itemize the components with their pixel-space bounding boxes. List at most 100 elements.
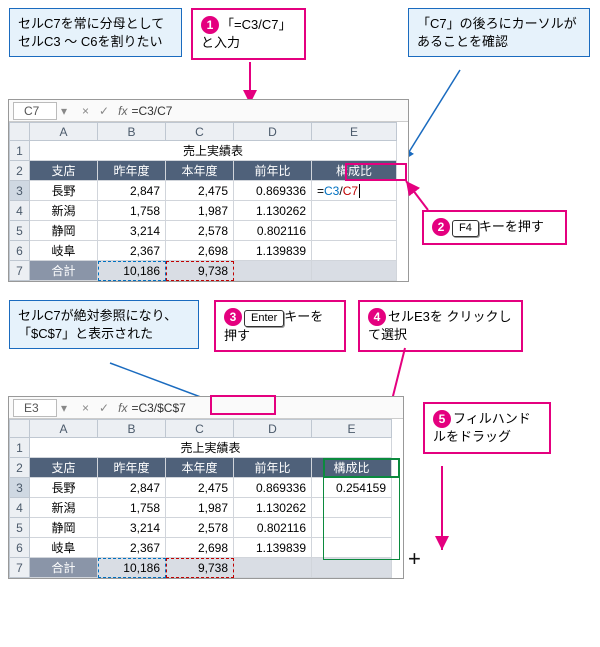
cell[interactable] <box>312 518 392 538</box>
row-head[interactable]: 5 <box>10 518 30 538</box>
col-head[interactable]: D <box>234 420 312 438</box>
cell[interactable]: 1.130262 <box>234 498 312 518</box>
cell[interactable]: 1,987 <box>166 201 234 221</box>
accept-icon[interactable]: ✓ <box>94 104 114 118</box>
cell[interactable]: 1,758 <box>98 498 166 518</box>
cell[interactable]: 0.869336 <box>234 181 312 201</box>
cell[interactable]: 3,214 <box>98 221 166 241</box>
cell[interactable] <box>234 261 312 281</box>
cell[interactable]: 2,847 <box>98 181 166 201</box>
formula-input-top[interactable]: =C3/C7 <box>131 104 172 118</box>
cell[interactable] <box>312 221 397 241</box>
cell[interactable]: 3,214 <box>98 518 166 538</box>
row-head[interactable]: 7 <box>10 558 30 578</box>
cell[interactable]: 10,186 <box>98 558 166 578</box>
cell[interactable]: 0.802116 <box>234 221 312 241</box>
row-head[interactable]: 6 <box>10 538 30 558</box>
cell[interactable]: 新潟 <box>30 201 98 221</box>
namebox-dropdown-icon[interactable]: ▾ <box>61 104 67 118</box>
cell[interactable] <box>312 201 397 221</box>
cell[interactable]: =C3/C7 <box>312 181 397 201</box>
col-head[interactable]: C <box>166 420 234 438</box>
cell[interactable]: 0.254159 <box>312 478 392 498</box>
cell[interactable]: 岐阜 <box>30 538 98 558</box>
cell[interactable]: 1,987 <box>166 498 234 518</box>
cancel-icon[interactable]: × <box>77 401 94 415</box>
cell[interactable]: 9,738 <box>166 261 234 281</box>
cell[interactable]: 長野 <box>30 181 98 201</box>
spreadsheet-bottom[interactable]: ABCDE1売上実績表2支店昨年度本年度前年比構成比3長野2,8472,4750… <box>9 419 392 578</box>
header-cell[interactable]: 支店 <box>30 458 98 478</box>
col-head[interactable]: A <box>30 123 98 141</box>
cell[interactable]: 合計 <box>30 558 98 578</box>
fx-icon[interactable]: fx <box>114 401 131 415</box>
cell[interactable]: 新潟 <box>30 498 98 518</box>
cell[interactable] <box>312 538 392 558</box>
col-head[interactable]: E <box>312 420 392 438</box>
header-cell[interactable]: 構成比 <box>312 161 397 181</box>
cell[interactable]: 2,367 <box>98 241 166 261</box>
title-cell[interactable]: 売上実績表 <box>30 438 392 458</box>
row-head[interactable]: 1 <box>10 141 30 161</box>
cell[interactable]: 1.139839 <box>234 538 312 558</box>
row-head[interactable]: 3 <box>10 478 30 498</box>
row-head[interactable]: 2 <box>10 161 30 181</box>
header-cell[interactable]: 支店 <box>30 161 98 181</box>
cell[interactable]: 1.130262 <box>234 201 312 221</box>
cell[interactable]: 2,698 <box>166 241 234 261</box>
cell[interactable] <box>234 558 312 578</box>
formula-input-bottom[interactable]: =C3/$C$7 <box>131 401 185 415</box>
cancel-icon[interactable]: × <box>77 104 94 118</box>
namebox-dropdown-icon[interactable]: ▾ <box>61 401 67 415</box>
title-cell[interactable]: 売上実績表 <box>30 141 397 161</box>
col-head[interactable] <box>10 123 30 141</box>
cell[interactable] <box>312 558 392 578</box>
cell[interactable]: 0.869336 <box>234 478 312 498</box>
row-head[interactable]: 4 <box>10 201 30 221</box>
row-head[interactable]: 2 <box>10 458 30 478</box>
col-head[interactable]: B <box>98 123 166 141</box>
cell[interactable]: 10,186 <box>98 261 166 281</box>
col-head[interactable]: C <box>166 123 234 141</box>
cell[interactable]: 2,578 <box>166 518 234 538</box>
cell[interactable]: 0.802116 <box>234 518 312 538</box>
row-head[interactable]: 6 <box>10 241 30 261</box>
cell[interactable]: 1,758 <box>98 201 166 221</box>
row-head[interactable]: 7 <box>10 261 30 281</box>
cell[interactable]: 2,698 <box>166 538 234 558</box>
header-cell[interactable]: 本年度 <box>166 161 234 181</box>
header-cell[interactable]: 本年度 <box>166 458 234 478</box>
row-head[interactable]: 1 <box>10 438 30 458</box>
fx-icon[interactable]: fx <box>114 104 131 118</box>
header-cell[interactable]: 前年比 <box>234 458 312 478</box>
cell[interactable]: 2,367 <box>98 538 166 558</box>
cell[interactable] <box>312 241 397 261</box>
cell[interactable]: 長野 <box>30 478 98 498</box>
cell[interactable]: 9,738 <box>166 558 234 578</box>
cell[interactable] <box>312 261 397 281</box>
col-head[interactable]: E <box>312 123 397 141</box>
cell[interactable] <box>312 498 392 518</box>
cell[interactable]: 1.139839 <box>234 241 312 261</box>
row-head[interactable]: 4 <box>10 498 30 518</box>
col-head[interactable]: A <box>30 420 98 438</box>
cell[interactable]: 静岡 <box>30 221 98 241</box>
cell[interactable]: 2,475 <box>166 478 234 498</box>
spreadsheet-top[interactable]: ABCDE1売上実績表2支店昨年度本年度前年比構成比3長野2,8472,4750… <box>9 122 397 281</box>
cell[interactable]: 岐阜 <box>30 241 98 261</box>
cell[interactable]: 静岡 <box>30 518 98 538</box>
header-cell[interactable]: 昨年度 <box>98 458 166 478</box>
cell[interactable]: 合計 <box>30 261 98 281</box>
header-cell[interactable]: 昨年度 <box>98 161 166 181</box>
header-cell[interactable]: 前年比 <box>234 161 312 181</box>
col-head[interactable] <box>10 420 30 438</box>
col-head[interactable]: D <box>234 123 312 141</box>
row-head[interactable]: 5 <box>10 221 30 241</box>
col-head[interactable]: B <box>98 420 166 438</box>
name-box-top[interactable]: C7 <box>13 102 57 120</box>
cell[interactable]: 2,578 <box>166 221 234 241</box>
cell[interactable]: 2,475 <box>166 181 234 201</box>
cell[interactable]: 2,847 <box>98 478 166 498</box>
header-cell[interactable]: 構成比 <box>312 458 392 478</box>
accept-icon[interactable]: ✓ <box>94 401 114 415</box>
